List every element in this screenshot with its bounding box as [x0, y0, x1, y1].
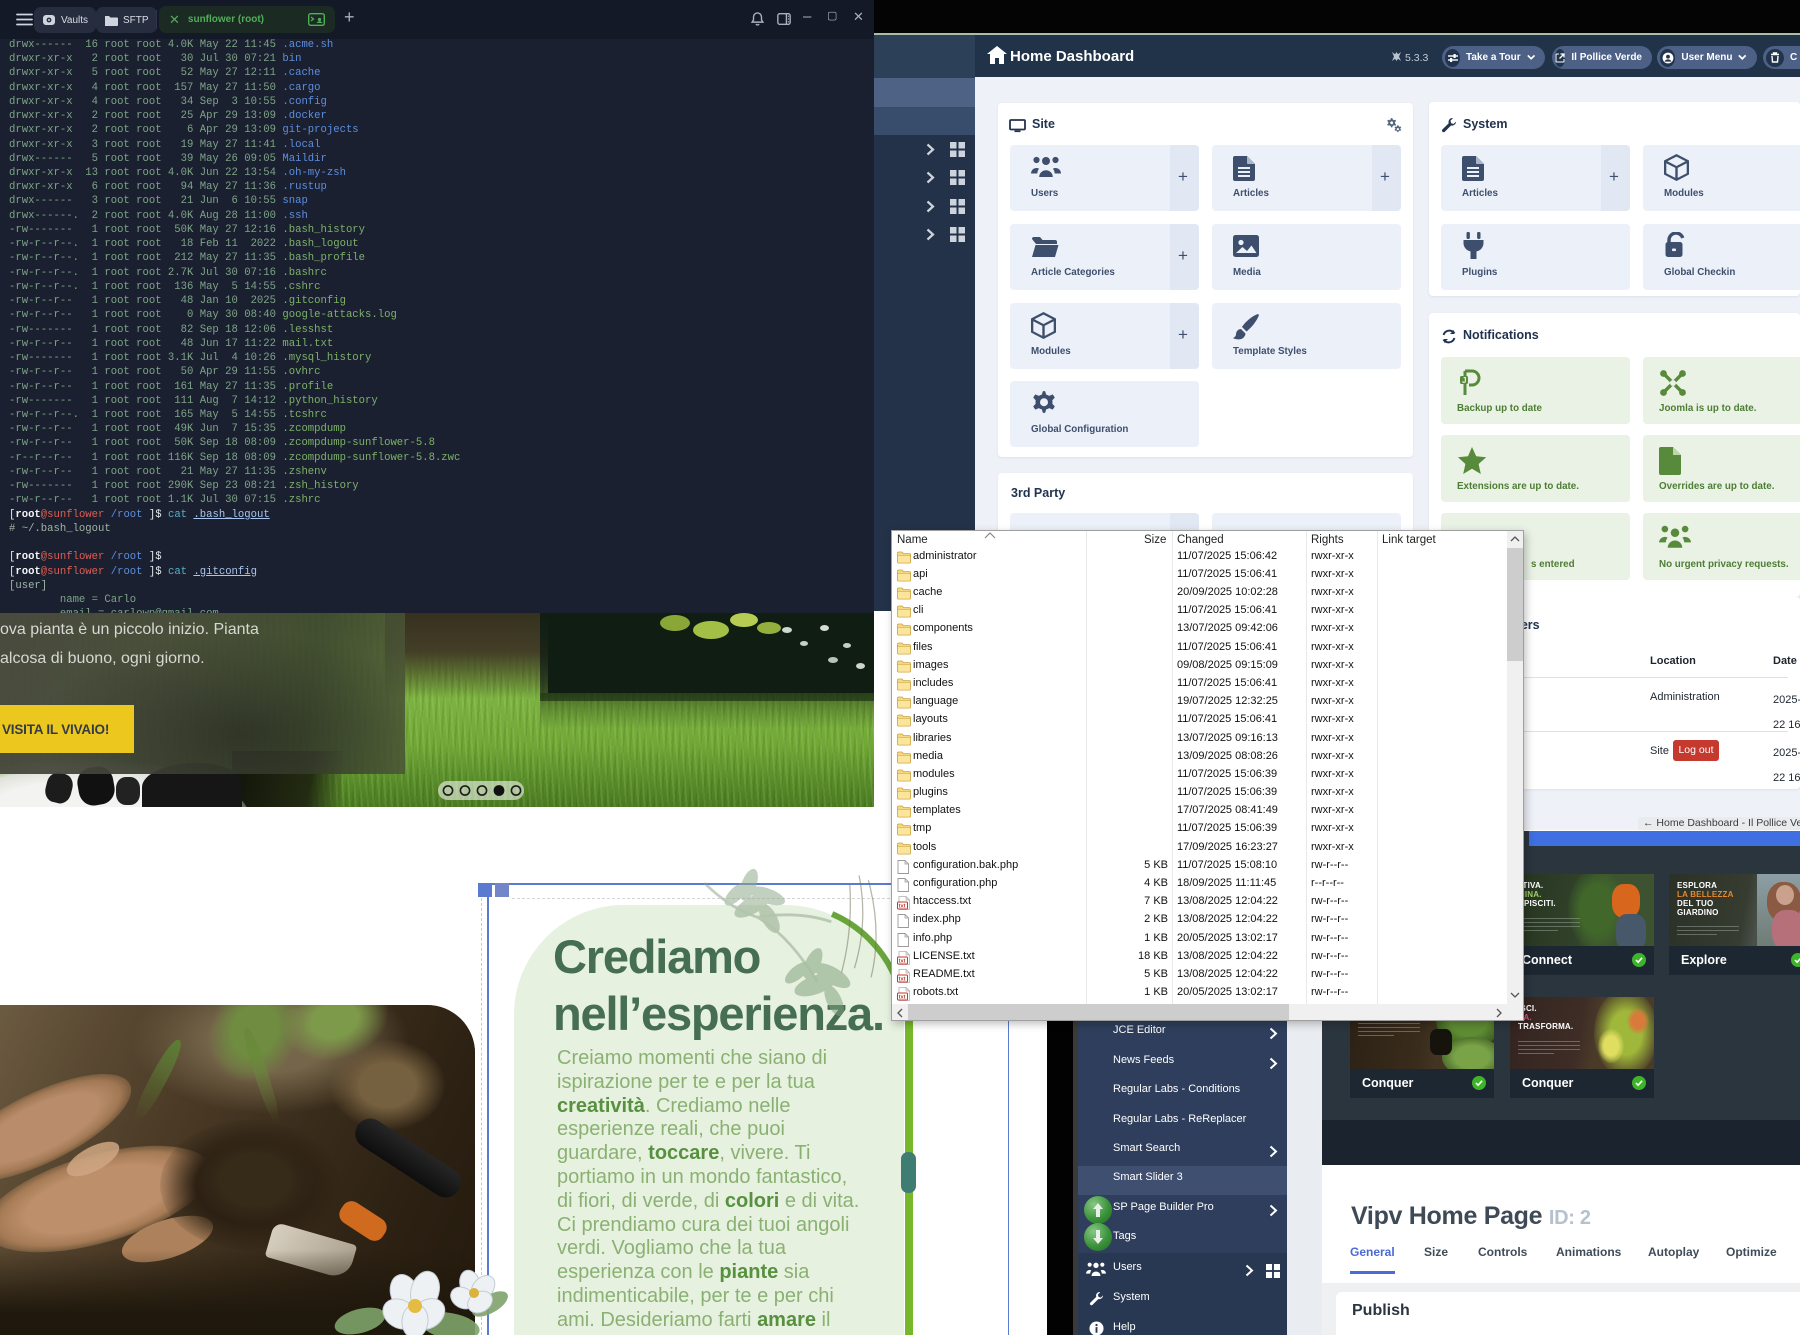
- svg-text:txt: txt: [899, 976, 906, 982]
- svg-text:txt: txt: [899, 958, 906, 964]
- svg-text:txt: txt: [899, 904, 906, 910]
- svg-text:txt: txt: [899, 995, 906, 1001]
